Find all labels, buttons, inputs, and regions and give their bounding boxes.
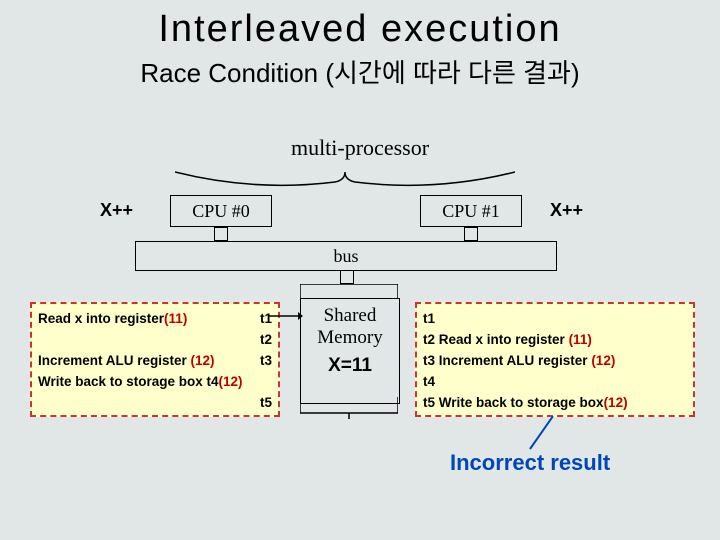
shared-memory-box: Shared Memory X=11 (300, 298, 400, 404)
r-r1-t: t1 (423, 311, 435, 326)
bus-connector-icon (340, 270, 354, 284)
l-r4-red: (12) (219, 374, 243, 389)
cpu-0-box: CPU #0 (170, 195, 272, 227)
page-subtitle: Race Condition (시간에 따라 다른 결과) (0, 53, 720, 90)
r-r5-red: (12) (604, 395, 628, 410)
l-r3-red: (12) (191, 353, 215, 368)
cpu0-timeline-box: Read x into register(11) t1 t2 Increment… (30, 302, 280, 417)
cpu1-connector-icon (464, 227, 478, 241)
l-r4-text: Write back to storage box t4 (38, 374, 219, 389)
l-r1-red: (11) (164, 311, 187, 326)
bus-box: bus (135, 241, 557, 271)
mem-bottom-bracket-icon (300, 397, 398, 419)
memory-value: X=11 (301, 355, 399, 377)
arrow-t1-icon (268, 311, 303, 321)
page-title: Interleaved execution (0, 0, 720, 51)
incorrect-result-label: Incorrect result (450, 450, 610, 476)
r-r5-t: t5 (423, 395, 435, 410)
l-r5-t: t5 (260, 392, 272, 413)
cpu0-connector-icon (214, 227, 228, 241)
r-r3-red: (12) (591, 353, 615, 368)
incorrect-arrow-icon (529, 416, 554, 450)
mem-bracket-icon (300, 284, 398, 298)
r-r3-t: t3 (423, 353, 435, 368)
r-r3-text: Increment ALU register (435, 353, 591, 368)
l-r3-t: t3 (260, 350, 272, 371)
r-r2-t: t2 (423, 332, 435, 347)
r-r5-text: Write back to storage box (435, 395, 604, 410)
r-r4-t: t4 (423, 374, 435, 389)
cpu-1-box: CPU #1 (420, 195, 522, 227)
r-r2-red: (11) (569, 332, 592, 347)
cpu1-timeline-box: t1 t2 Read x into register (11) t3 Incre… (415, 302, 695, 417)
memory-line1: Shared (301, 305, 399, 327)
xpp-right-label: X++ (550, 200, 583, 221)
multi-processor-label: multi-processor (291, 135, 429, 161)
l-r2-t: t2 (260, 329, 272, 350)
xpp-left-label: X++ (100, 200, 133, 221)
r-r2-text: Read x into register (435, 332, 569, 347)
brace-icon (175, 170, 515, 194)
l-r1-text: Read x into register (38, 311, 164, 326)
memory-line2: Memory (301, 327, 399, 349)
l-r3-text: Increment ALU register (38, 353, 191, 368)
